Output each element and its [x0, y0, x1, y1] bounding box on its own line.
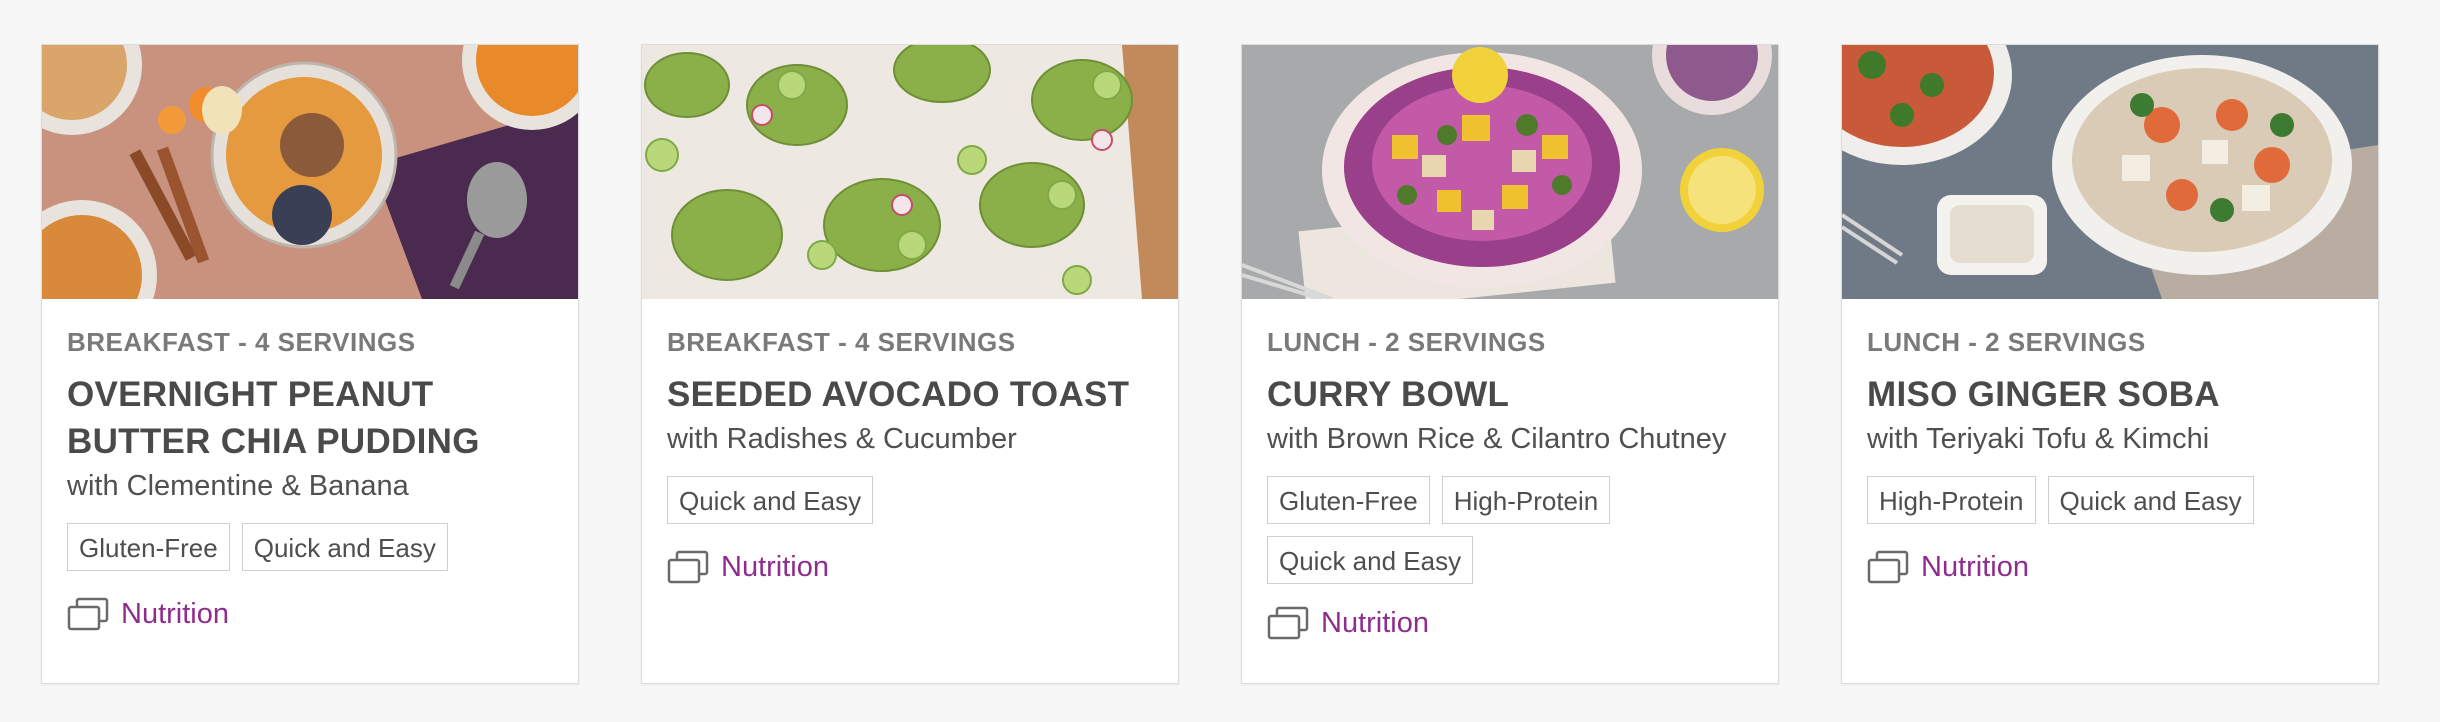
recipe-card[interactable]: BREAKFAST - 4 SERVINGS SEEDED AVOCADO TO…: [641, 44, 1179, 684]
recipe-title[interactable]: OVERNIGHT PEANUT BUTTER CHIA PUDDING: [67, 371, 558, 465]
recipe-photo[interactable]: [1842, 45, 2378, 299]
recipe-subtitle: with Teriyaki Tofu & Kimchi: [1867, 423, 2210, 455]
nutrition-icon: [1267, 606, 1309, 640]
recipe-tags: High-Protein Quick and Easy: [1867, 476, 2358, 524]
recipe-photo[interactable]: [1242, 45, 1778, 299]
recipe-subtitle: with Brown Rice & Cilantro Chutney: [1267, 423, 1727, 455]
recipe-title[interactable]: CURRY BOWL: [1267, 371, 1758, 418]
recipe-photo[interactable]: [42, 45, 578, 299]
recipe-category: BREAKFAST - 4 SERVINGS: [667, 327, 1016, 357]
recipe-card[interactable]: LUNCH - 2 SERVINGS MISO GINGER SOBA with…: [1841, 44, 2379, 684]
recipe-title[interactable]: SEEDED AVOCADO TOAST: [667, 371, 1158, 418]
tag-quick-and-easy: Quick and Easy: [241, 523, 448, 571]
recipe-tags: Gluten-Free Quick and Easy: [67, 523, 558, 571]
nutrition-link[interactable]: Nutrition: [67, 597, 558, 631]
tag-high-protein: High-Protein: [1441, 476, 1611, 524]
nutrition-link[interactable]: Nutrition: [1867, 550, 2358, 584]
nutrition-link[interactable]: Nutrition: [667, 550, 1158, 584]
nutrition-icon: [667, 550, 709, 584]
nutrition-label: Nutrition: [721, 550, 829, 583]
recipe-subtitle: with Radishes & Cucumber: [667, 423, 1017, 455]
recipe-category: LUNCH - 2 SERVINGS: [1267, 327, 1546, 357]
recipe-card[interactable]: BREAKFAST - 4 SERVINGS OVERNIGHT PEANUT …: [41, 44, 579, 684]
nutrition-link[interactable]: Nutrition: [1267, 606, 1758, 640]
nutrition-label: Nutrition: [121, 597, 229, 630]
nutrition-label: Nutrition: [1921, 550, 2029, 583]
tag-gluten-free: Gluten-Free: [1267, 476, 1430, 524]
recipe-subtitle: with Clementine & Banana: [67, 470, 409, 502]
nutrition-icon: [67, 597, 109, 631]
recipe-category: LUNCH - 2 SERVINGS: [1867, 327, 2146, 357]
nutrition-icon: [1867, 550, 1909, 584]
tag-quick-and-easy: Quick and Easy: [1267, 536, 1474, 584]
curry-bowl-photo: [1242, 45, 1778, 299]
tag-high-protein: High-Protein: [1867, 476, 2036, 524]
recipe-tags: Gluten-Free High-Protein Quick and Easy: [1267, 476, 1758, 584]
tag-gluten-free: Gluten-Free: [67, 523, 230, 571]
recipe-category: BREAKFAST - 4 SERVINGS: [67, 327, 416, 357]
recipe-tags: Quick and Easy: [667, 476, 1158, 524]
recipe-title[interactable]: MISO GINGER SOBA: [1867, 371, 2358, 418]
chia-pudding-photo: [42, 45, 578, 299]
tag-quick-and-easy: Quick and Easy: [667, 476, 874, 524]
recipe-card[interactable]: LUNCH - 2 SERVINGS CURRY BOWL with Brown…: [1241, 44, 1779, 684]
tag-quick-and-easy: Quick and Easy: [2047, 476, 2254, 524]
soba-bowl-photo: [1842, 45, 2378, 299]
avocado-toast-photo: [642, 45, 1178, 299]
recipe-photo[interactable]: [642, 45, 1178, 299]
nutrition-label: Nutrition: [1321, 606, 1429, 639]
